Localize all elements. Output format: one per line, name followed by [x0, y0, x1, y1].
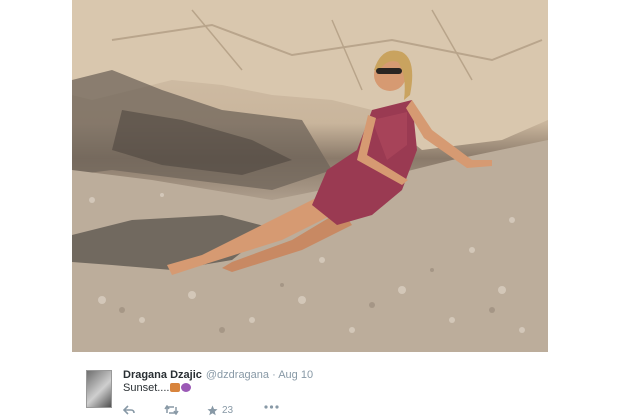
tweet-text-content: Sunset....: [123, 382, 170, 394]
handle[interactable]: @dzdragana: [206, 369, 269, 381]
retweet-icon: [164, 405, 179, 415]
tweet-card: Dragana Dzajic @dzdragana · Aug 10 Sunset…: [72, 352, 548, 419]
avatar[interactable]: [86, 370, 112, 408]
retweet-button[interactable]: [164, 405, 179, 415]
photo-scene: [72, 0, 548, 352]
favorite-count: 23: [222, 405, 234, 416]
tweet-text: Sunset....: [123, 382, 192, 394]
orange-emoji-icon: [170, 383, 181, 392]
reply-icon: [123, 405, 135, 415]
tweet-date[interactable]: Aug 10: [278, 369, 313, 381]
purple-emoji-icon: [181, 383, 192, 392]
separator: ·: [272, 369, 276, 381]
favorite-button[interactable]: 23: [207, 405, 233, 416]
tweet-header: Dragana Dzajic @dzdragana · Aug 10: [123, 369, 313, 381]
more-button[interactable]: [264, 405, 279, 409]
display-name[interactable]: Dragana Dzajic: [123, 369, 202, 381]
tweet-photo[interactable]: [72, 0, 548, 352]
star-icon: [207, 405, 218, 416]
reply-button[interactable]: [123, 405, 135, 415]
more-icon: [264, 405, 279, 409]
